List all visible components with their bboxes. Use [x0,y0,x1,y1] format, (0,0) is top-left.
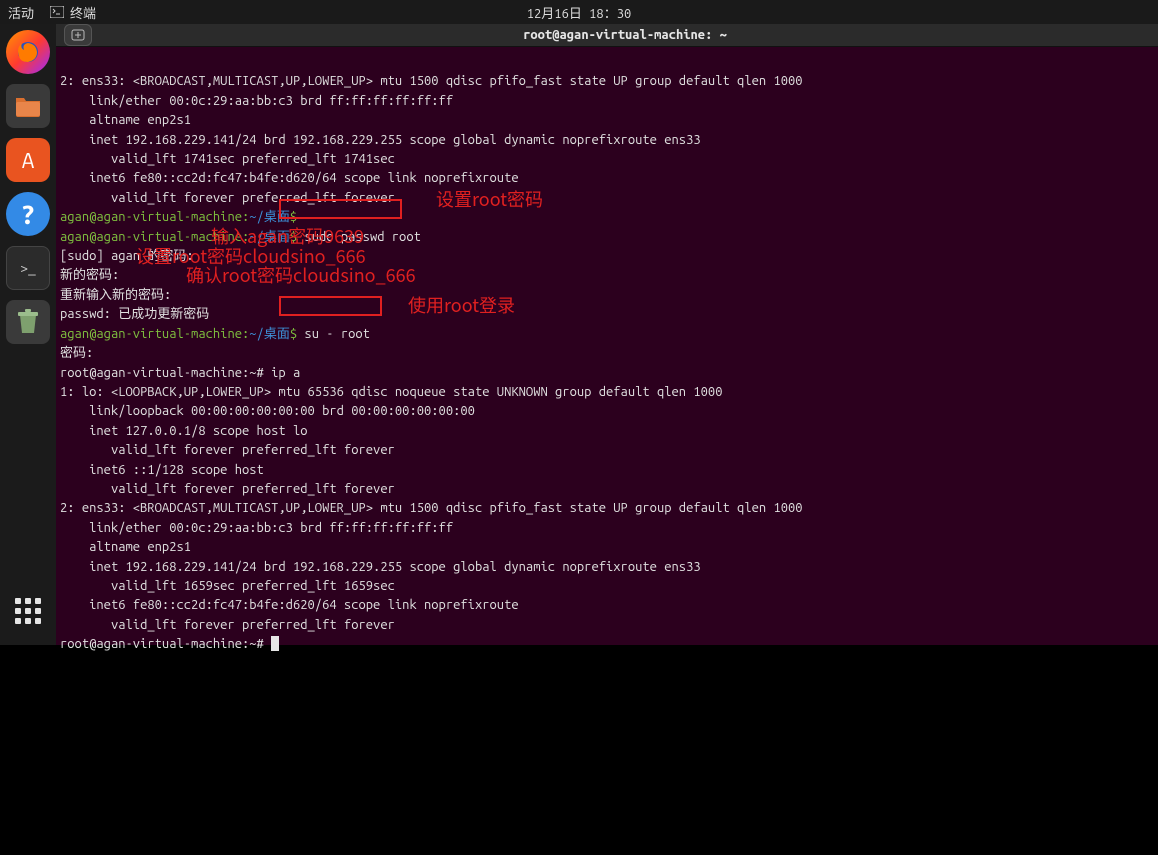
annotation-login-root: 使用root登录 [408,296,515,315]
root-prompt: root@agan-virtual-machine:~# [60,366,264,380]
output-line: inet 192.168.229.141/24 brd 192.168.229.… [60,133,701,147]
dock: A ? >_ [0,24,56,645]
files-icon[interactable] [6,84,50,128]
output-line: link/ether 00:0c:29:aa:bb:c3 brd ff:ff:f… [60,521,453,535]
output-line: valid_lft forever preferred_lft forever [60,482,395,496]
active-app-indicator[interactable]: 终端 [50,3,96,22]
gnome-topbar: 活动 终端 12月16日 18：30 [0,0,1158,24]
output-line: 重新输入新的密码: [60,288,171,302]
output-line: 新的密码: [60,268,119,282]
output-line: 2: ens33: <BROADCAST,MULTICAST,UP,LOWER_… [60,501,803,515]
firefox-icon[interactable] [6,30,50,74]
clock[interactable]: 12月16日 18：30 [527,3,632,22]
output-line: 密码: [60,346,93,360]
output-line: valid_lft forever preferred_lft forever [60,191,395,205]
output-line: valid_lft 1741sec preferred_lft 1741sec [60,152,395,166]
terminal-app-icon[interactable]: >_ [6,246,50,290]
command-sudo-passwd: sudo passwd root [304,230,420,244]
output-line: inet6 fe80::cc2d:fc47:b4fe:d620/64 scope… [60,598,519,612]
output-line: valid_lft forever preferred_lft forever [60,443,395,457]
command-su-root: su - root [304,327,370,341]
prompt-path: ~/桌面 [249,210,290,224]
new-tab-button[interactable] [64,24,92,46]
command-ip-a: ip a [271,366,300,380]
output-line: inet6 fe80::cc2d:fc47:b4fe:d620/64 scope… [60,171,519,185]
cursor [271,636,279,651]
output-line: inet 127.0.0.1/8 scope host lo [60,424,308,438]
output-line: passwd: 已成功更新密码 [60,307,209,321]
output-line: valid_lft forever preferred_lft forever [60,618,395,632]
help-icon[interactable]: ? [6,192,50,236]
root-prompt: root@agan-virtual-machine:~# [60,637,264,651]
prompt-user: agan@agan-virtual-machine [60,327,242,341]
active-app-label: 终端 [70,3,96,22]
output-line: link/ether 00:0c:29:aa:bb:c3 brd ff:ff:f… [60,94,453,108]
output-line: 2: ens33: <BROADCAST,MULTICAST,UP,LOWER_… [60,74,803,88]
prompt-user: agan@agan-virtual-machine [60,210,242,224]
prompt-user: agan@agan-virtual-machine [60,230,242,244]
show-applications-icon[interactable] [6,589,50,633]
output-line: [sudo] agan 的密码: [60,249,194,263]
output-line: valid_lft 1659sec preferred_lft 1659sec [60,579,395,593]
software-center-icon[interactable]: A [6,138,50,182]
annotation-confirm-root-pw: 确认root密码cloudsino_666 [186,266,416,285]
output-line: inet 192.168.229.141/24 brd 192.168.229.… [60,560,701,574]
terminal-icon [50,6,64,18]
activities-button[interactable]: 活动 [8,3,34,22]
trash-icon[interactable] [6,300,50,344]
window-title: root@agan-virtual-machine: ~ [523,28,727,42]
output-line: 1: lo: <LOOPBACK,UP,LOWER_UP> mtu 65536 … [60,385,722,399]
output-line: inet6 ::1/128 scope host [60,463,264,477]
annotation-set-root-pw: 设置root密码 [436,190,543,209]
new-tab-icon [71,29,85,41]
window-titlebar[interactable]: root@agan-virtual-machine: ~ [56,24,1158,47]
output-line: link/loopback 00:00:00:00:00:00 brd 00:0… [60,404,475,418]
output-line: altname enp2s1 [60,540,191,554]
prompt-path: ~/桌面 [249,327,290,341]
highlight-box-su-root [279,296,382,316]
prompt-path: ~/桌面 [249,230,290,244]
terminal-content[interactable]: 2: ens33: <BROADCAST,MULTICAST,UP,LOWER_… [56,47,1158,855]
topbar-left: 活动 终端 [8,3,96,22]
output-line: altname enp2s1 [60,113,191,127]
terminal-window: root@agan-virtual-machine: ~ 2: ens33: <… [56,24,1158,645]
